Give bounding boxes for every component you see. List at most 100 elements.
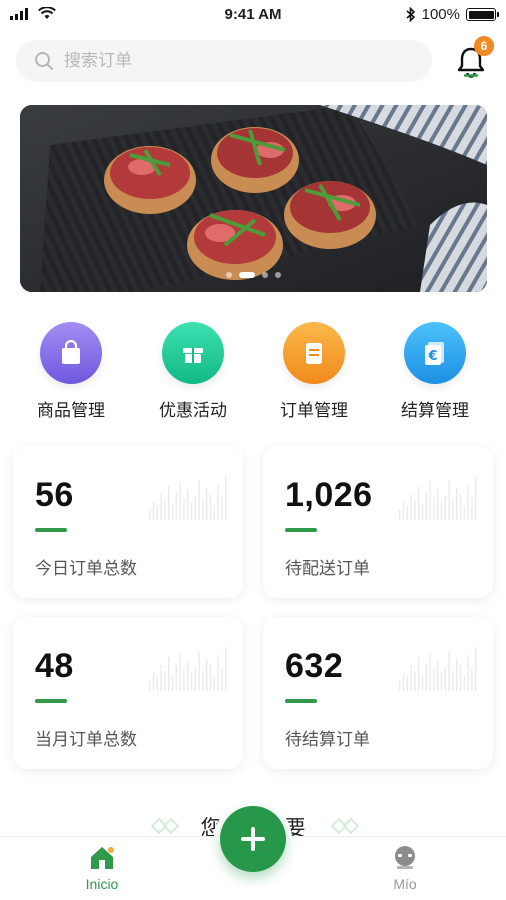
status-bar: 9:41 AM 100% [0,0,506,30]
sparkline-bar [429,482,431,520]
banner-food-image [20,105,487,292]
sparkline-bar [414,500,416,520]
bluetooth-icon [406,7,415,22]
sparkline-bar [202,671,204,691]
quick-menu: 商品管理 优惠活动 订单管理 € 结算管理 [0,322,506,422]
search-input[interactable] [64,51,404,71]
sparkline-decoration [399,647,477,691]
sparkline-bar [456,659,458,691]
sparkline-bar [471,498,473,520]
notification-badge: 6 [474,36,494,56]
banner-dot[interactable] [262,272,268,278]
sparkline-bar [425,492,427,520]
sparkline-bar [418,657,420,691]
stat-accent-bar [35,699,67,703]
sparkline-bar [225,647,227,691]
sparkline-bar [187,661,189,691]
banner-dot[interactable] [226,272,232,278]
stat-card-today-orders[interactable]: 56 今日订单总数 [13,446,243,598]
stat-value: 632 [285,647,344,685]
sparkline-bar [190,502,193,520]
sparkline-bar [175,663,177,691]
battery-icon [466,8,499,21]
sparkline-bar [179,653,181,691]
stat-card-month-orders[interactable]: 48 当月订单总数 [13,617,243,769]
stat-label: 当月订单总数 [35,730,137,750]
sparkline-bar [459,494,462,520]
tab-mine[interactable]: Mío [360,845,450,892]
promo-banner[interactable] [20,105,487,292]
banner-dot-active[interactable] [239,272,255,278]
sparkline-bar [221,498,223,520]
sparkline-bar [437,661,439,691]
stat-card-pending-delivery[interactable]: 1,026 待配送订单 [263,446,493,598]
sparkline-bar [452,500,454,520]
menu-item-products[interactable]: 商品管理 [16,322,126,421]
sparkline-bar [225,476,227,520]
tab-label: Mío [393,876,417,892]
tab-home[interactable]: Inicio [57,845,147,892]
sparkline-bar [444,496,446,520]
sparkline-bar [467,655,469,691]
sparkline-bar [399,681,401,691]
sparkline-bar [160,665,162,691]
sparkline-bar [149,681,151,691]
sparkline-bar [206,659,208,691]
sparkline-bar [402,502,405,520]
search-bar[interactable] [16,40,432,82]
stat-value: 1,026 [285,476,373,514]
euro-bill-icon: € [404,322,466,384]
sparkline-bar [171,675,174,691]
sparkline-bar [418,486,420,520]
sparkline-bar [399,510,401,520]
banner-dot[interactable] [275,272,281,278]
sparkline-bar [433,669,435,691]
sparkline-bar [168,657,170,691]
sparkline-bar [406,506,408,520]
svg-text:€: € [427,349,437,364]
sparkline-bar [463,506,465,520]
stat-label: 待结算订单 [285,730,370,750]
sparkline-bar [156,506,158,520]
sparkline-bar [164,500,166,520]
sparkline-bar [444,667,446,691]
add-button[interactable] [220,806,286,872]
sparkline-bar [217,484,219,520]
gift-icon [162,322,224,384]
sparkline-bar [175,492,177,520]
sparkline-bar [421,675,424,691]
sparkline-bar [213,677,215,691]
sparkline-bar [164,671,166,691]
sparkline-bar [213,506,215,520]
sparkline-bar [183,498,185,520]
battery-percent: 100% [421,6,460,23]
sparkline-bar [410,665,412,691]
sparkline-bar [152,502,155,520]
sparkline-bar [206,488,208,520]
menu-item-promotions[interactable]: 优惠活动 [138,322,248,421]
sparkline-bar [459,665,462,691]
sparkline-bar [425,663,427,691]
sparkline-bar [221,669,223,691]
sparkline-bar [156,677,158,691]
sparkline-bar [410,494,412,520]
menu-label: 结算管理 [401,401,469,421]
sparkline-bar [160,494,162,520]
stat-value: 56 [35,476,74,514]
sparkline-decoration [149,476,227,520]
sparkline-bar [421,504,424,520]
menu-item-settlement[interactable]: € 结算管理 [380,322,490,421]
sparkline-bar [194,496,196,520]
stat-card-pending-settlement[interactable]: 632 待结算订单 [263,617,493,769]
sparkline-bar [209,494,212,520]
profile-icon [395,846,415,869]
menu-item-orders[interactable]: 订单管理 [259,322,369,421]
sparkline-decoration [149,647,227,691]
sparkline-bar [448,651,450,691]
sparkline-bar [448,480,450,520]
sparkline-bar [187,490,189,520]
clipboard-icon [283,322,345,384]
menu-label: 商品管理 [37,401,105,421]
sparkline-bar [463,677,465,691]
sparkline-bar [440,502,443,520]
